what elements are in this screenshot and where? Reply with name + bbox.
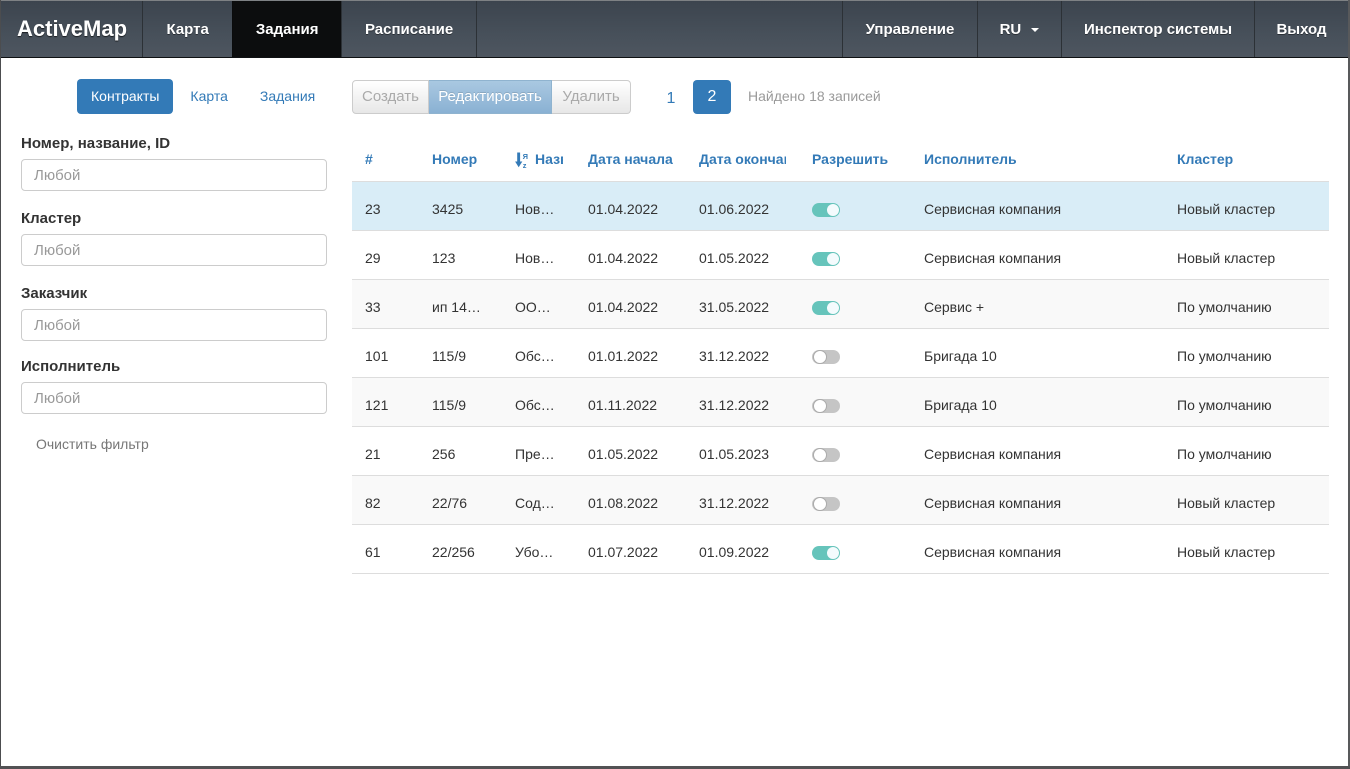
svg-text:Я: Я (523, 152, 528, 161)
svg-text:z: z (523, 161, 527, 168)
